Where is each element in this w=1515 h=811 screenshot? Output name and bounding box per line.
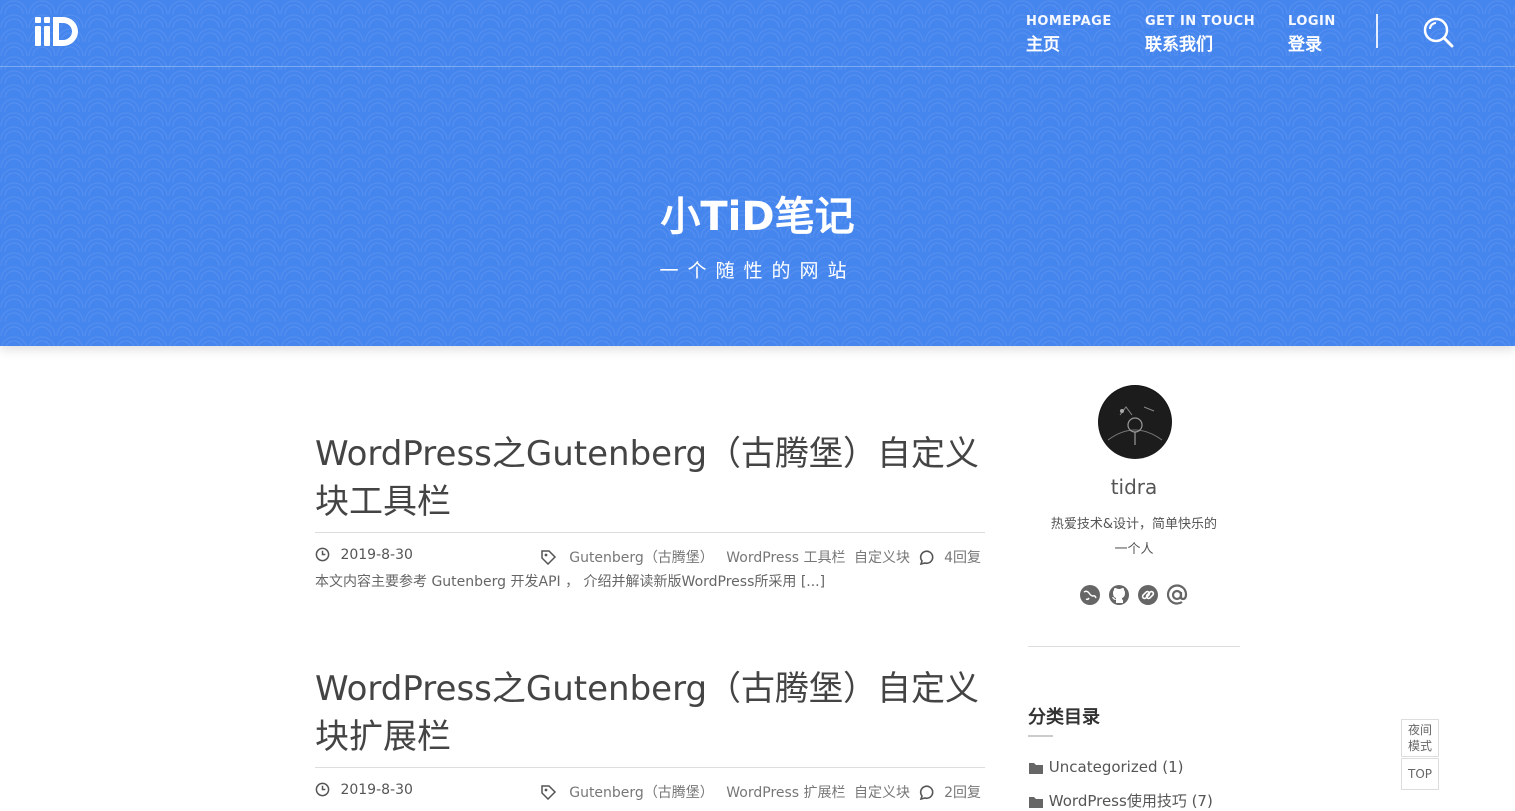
post-card: WordPress之Gutenberg（古腾堡）自定义 块工具栏 2019-8-… bbox=[315, 430, 985, 591]
post-meta: 2019-8-30 Gutenberg（古腾堡） WordPress 扩展栏 自… bbox=[315, 768, 985, 801]
post-card: WordPress之Gutenberg（古腾堡）自定义 块扩展栏 2019-8-… bbox=[315, 665, 985, 801]
author-bio: 热爱技术&设计，简单快乐的 一个人 bbox=[1038, 512, 1230, 562]
post-tags: Gutenberg（古腾堡） WordPress 扩展栏 自定义块 bbox=[540, 782, 910, 802]
search-icon[interactable] bbox=[1422, 16, 1454, 48]
night-mode-button[interactable]: 夜间 模式 bbox=[1401, 719, 1439, 757]
post-tag-link[interactable]: WordPress 工具栏 bbox=[726, 550, 845, 566]
post-tag-link[interactable]: Gutenberg（古腾堡） bbox=[569, 550, 714, 566]
nav-contact-en: GET IN TOUCH bbox=[1145, 14, 1256, 29]
tag-icon bbox=[541, 785, 556, 800]
nav-login[interactable]: LOGIN 登录 bbox=[1288, 14, 1336, 55]
category-label: Uncategorized (1) bbox=[1048, 758, 1184, 776]
post-tag-link[interactable]: 自定义块 bbox=[854, 550, 910, 566]
nav-homepage[interactable]: HOMEPAGE 主页 bbox=[1026, 14, 1112, 55]
night-mode-label: 夜间 bbox=[1407, 723, 1432, 737]
at-icon[interactable] bbox=[1165, 583, 1189, 607]
post-replies[interactable]: 2回复 bbox=[919, 782, 981, 802]
nav-get-in-touch[interactable]: GET IN TOUCH 联系我们 bbox=[1145, 14, 1255, 55]
post-excerpt: 本文内容主要参考 Gutenberg 开发API ， 介绍并解读新版WordPr… bbox=[315, 574, 826, 590]
post-date: 2019-8-30 bbox=[315, 547, 413, 563]
clock-icon bbox=[315, 782, 330, 797]
post-date-text: 2019-8-30 bbox=[340, 547, 413, 563]
nav-homepage-en: HOMEPAGE bbox=[1026, 14, 1112, 29]
author-bio-line: 一个人 bbox=[1114, 542, 1154, 557]
post-tag-link[interactable]: 自定义块 bbox=[854, 785, 910, 801]
comment-icon bbox=[919, 785, 934, 800]
author-name: tidra bbox=[1110, 475, 1158, 499]
avatar-illustration bbox=[1099, 386, 1171, 458]
top-nav: HOMEPAGE 主页 GET IN TOUCH 联系我们 LOGIN 登录 bbox=[0, 0, 1515, 67]
category-item[interactable]: WordPress使用技巧 (7) bbox=[1028, 790, 1213, 811]
hero-banner: HOMEPAGE 主页 GET IN TOUCH 联系我们 LOGIN 登录 小… bbox=[0, 0, 1515, 346]
post-date: 2019-8-30 bbox=[315, 782, 413, 798]
back-to-top-button[interactable]: TOP bbox=[1401, 758, 1439, 790]
post-title[interactable]: WordPress之Gutenberg（古腾堡）自定义 块工具栏 bbox=[315, 430, 985, 526]
nav-homepage-cn: 主页 bbox=[1026, 35, 1060, 55]
night-mode-label: 模式 bbox=[1407, 739, 1432, 753]
github-icon[interactable] bbox=[1107, 583, 1131, 607]
author-bio-line: 热爱技术&设计，简单快乐的 bbox=[1050, 517, 1218, 532]
post-date-text: 2019-8-30 bbox=[340, 782, 413, 798]
folder-icon bbox=[1029, 763, 1043, 774]
nav-divider bbox=[1376, 14, 1378, 48]
avatar[interactable] bbox=[1098, 385, 1172, 459]
sidebar-divider bbox=[1028, 646, 1240, 647]
post-tag-link[interactable]: WordPress 扩展栏 bbox=[726, 785, 845, 801]
nav-contact-cn: 联系我们 bbox=[1145, 35, 1213, 55]
post-replies-text: 4回复 bbox=[944, 550, 981, 566]
post-replies[interactable]: 4回复 bbox=[919, 547, 981, 567]
link-icon[interactable] bbox=[1136, 583, 1160, 607]
tid-logo[interactable] bbox=[33, 13, 81, 49]
post-tags: Gutenberg（古腾堡） WordPress 工具栏 自定义块 bbox=[540, 547, 910, 567]
categories-underline bbox=[1028, 735, 1053, 737]
post-title-line: 块工具栏 bbox=[315, 482, 451, 522]
post-meta: 2019-8-30 Gutenberg（古腾堡） WordPress 工具栏 自… bbox=[315, 533, 985, 566]
post-tag-link[interactable]: Gutenberg（古腾堡） bbox=[569, 785, 714, 801]
site-subtitle: 一个随性的网站 bbox=[659, 260, 856, 282]
tag-icon bbox=[541, 550, 556, 565]
comment-icon bbox=[919, 550, 934, 565]
category-item[interactable]: Uncategorized (1) bbox=[1028, 758, 1184, 776]
post-title-line: WordPress之Gutenberg（古腾堡）自定义 bbox=[315, 669, 980, 709]
social-links bbox=[1078, 583, 1190, 607]
nav-login-en: LOGIN bbox=[1288, 14, 1336, 29]
site-title: 小TiD笔记 bbox=[660, 194, 855, 240]
post-replies-text: 2回复 bbox=[944, 785, 981, 801]
category-label: WordPress使用技巧 (7) bbox=[1048, 792, 1213, 810]
globe-icon[interactable] bbox=[1078, 583, 1102, 607]
floating-buttons: 夜间 模式 TOP bbox=[1401, 719, 1439, 790]
post-title[interactable]: WordPress之Gutenberg（古腾堡）自定义 块扩展栏 bbox=[315, 665, 985, 761]
post-title-line: WordPress之Gutenberg（古腾堡）自定义 bbox=[315, 434, 980, 474]
nav-login-cn: 登录 bbox=[1288, 35, 1322, 55]
clock-icon bbox=[315, 547, 330, 562]
categories-title: 分类目录 bbox=[1028, 707, 1100, 728]
post-title-line: 块扩展栏 bbox=[315, 717, 451, 757]
